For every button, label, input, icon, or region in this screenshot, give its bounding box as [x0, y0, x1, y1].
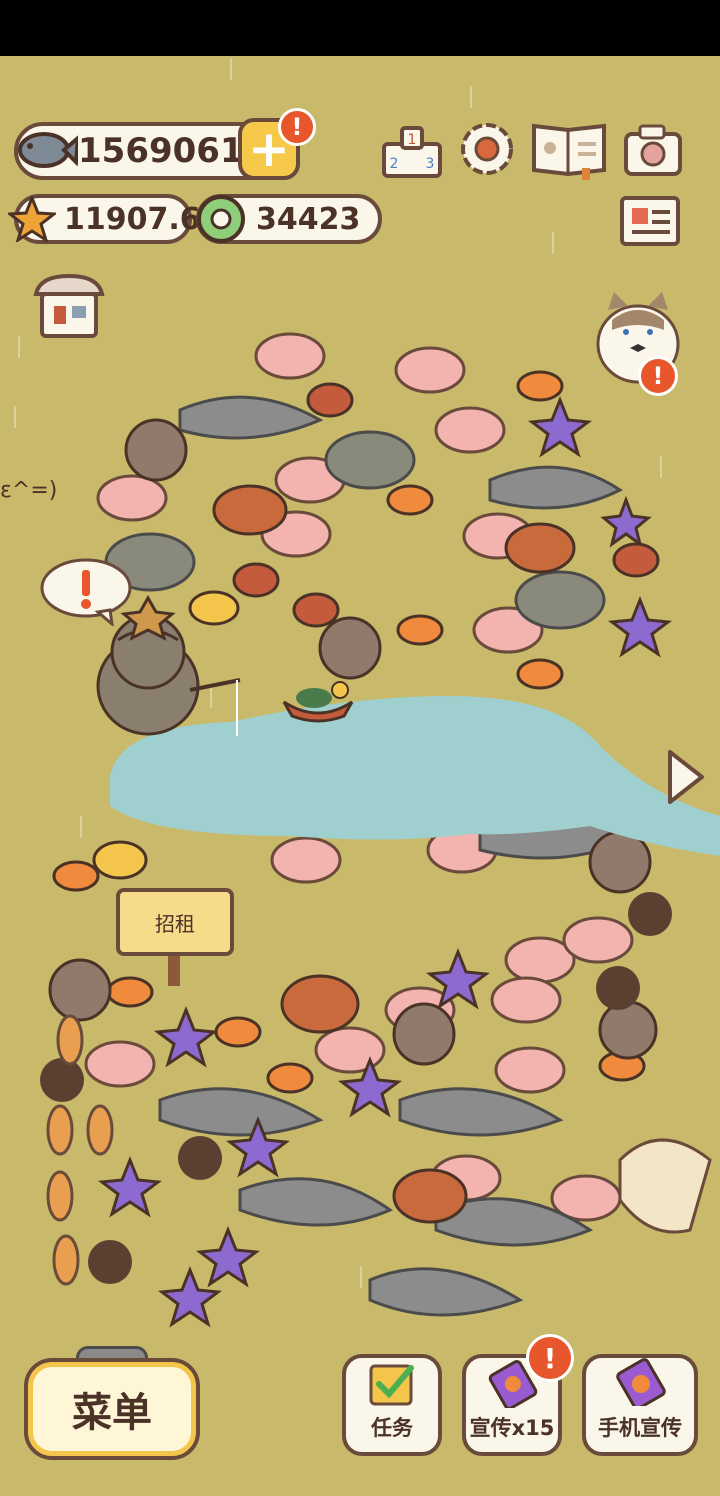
svg-text:2: 2 — [390, 156, 399, 172]
star-icon — [8, 196, 56, 242]
phone-promo-label: 手机宣传 — [598, 1416, 682, 1440]
ranking-icon[interactable]: 1 2 3 — [380, 120, 444, 180]
svg-text:1: 1 — [408, 132, 417, 148]
news-icon[interactable] — [618, 194, 682, 250]
phone-promo-icon — [616, 1358, 666, 1406]
fish-icon — [18, 132, 78, 168]
rent-sign[interactable]: 招租 — [116, 888, 234, 956]
promo-label: 宣传x15 — [469, 1416, 555, 1440]
alert-badge-icon: ! — [278, 108, 316, 146]
alert-speech-bubble[interactable] — [38, 556, 134, 626]
next-area-arrow-icon[interactable] — [662, 748, 706, 806]
star-count: 11907.6 — [64, 201, 201, 237]
fishing-line — [236, 680, 238, 736]
menu-button[interactable]: 菜单 — [28, 1362, 196, 1456]
ring-count: 34423 — [256, 201, 361, 237]
lower-jellyfish-group — [84, 826, 634, 1222]
guide-book-icon[interactable] — [528, 118, 610, 180]
camera-icon[interactable] — [622, 122, 684, 180]
stingray-icon — [618, 1138, 712, 1234]
task-button[interactable]: 任务 — [342, 1354, 442, 1456]
phone-promo-button[interactable]: 手机宣传 — [582, 1354, 698, 1456]
ring-icon — [197, 195, 245, 243]
checklist-icon — [369, 1364, 414, 1406]
settings-gear-icon[interactable] — [456, 118, 518, 180]
status-bar — [0, 0, 720, 56]
svg-text:3: 3 — [426, 156, 435, 172]
task-label: 任务 — [371, 1416, 413, 1440]
promo-alert-icon: ! — [526, 1334, 574, 1382]
menu-label: 菜单 — [72, 1390, 152, 1436]
sign-post — [168, 956, 180, 986]
duck-boat-icon[interactable] — [278, 676, 358, 724]
